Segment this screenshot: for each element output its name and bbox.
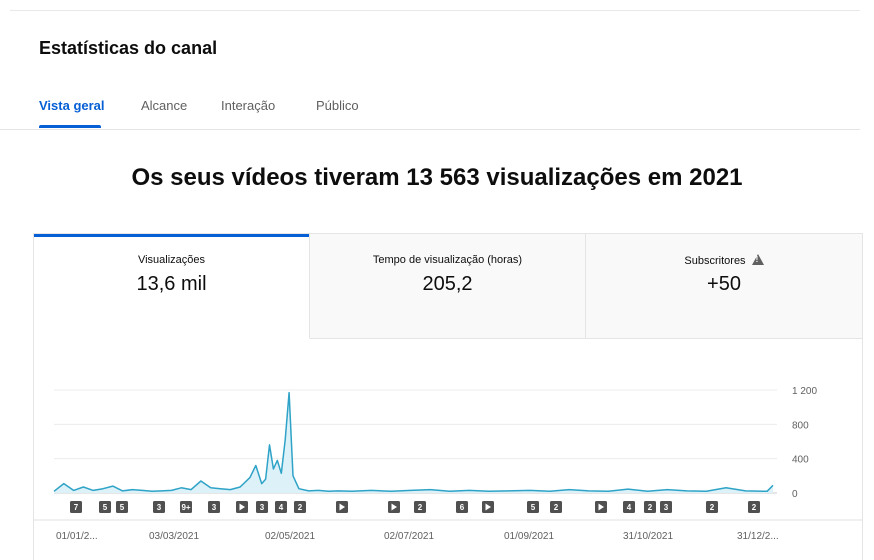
x-tick-label: 02/07/2021 bbox=[384, 531, 434, 542]
marker-count: 2 bbox=[298, 503, 303, 512]
marker-count: 9+ bbox=[181, 503, 190, 512]
marker-count: 3 bbox=[260, 503, 265, 512]
x-tick-label: 03/03/2021 bbox=[149, 531, 199, 542]
marker-count: 2 bbox=[418, 503, 423, 512]
y-tick-label: 1 200 bbox=[792, 386, 817, 397]
tab-interacao[interactable]: Interação bbox=[221, 98, 275, 113]
marker-count: 6 bbox=[460, 503, 465, 512]
marker-count: 4 bbox=[279, 503, 284, 512]
marker-count: 4 bbox=[627, 503, 632, 512]
video-marker[interactable]: 5 bbox=[99, 501, 111, 513]
tab-bar: Vista geral Alcance Interação Público bbox=[0, 88, 860, 130]
marker-count: 3 bbox=[664, 503, 669, 512]
marker-count: 2 bbox=[710, 503, 715, 512]
x-tick-label: 31/12/2... bbox=[737, 531, 779, 542]
video-marker[interactable]: 5 bbox=[527, 501, 539, 513]
video-marker[interactable]: 3 bbox=[256, 501, 268, 513]
marker-count: 2 bbox=[554, 503, 559, 512]
marker-count: 2 bbox=[648, 503, 653, 512]
video-marker[interactable]: 2 bbox=[706, 501, 718, 513]
video-marker[interactable]: 4 bbox=[275, 501, 287, 513]
active-tab-indicator bbox=[39, 125, 101, 128]
marker-count: 5 bbox=[531, 503, 536, 512]
views-line bbox=[53, 391, 774, 493]
video-marker-play-icon[interactable] bbox=[482, 501, 494, 513]
tab-vista-geral[interactable]: Vista geral bbox=[39, 98, 105, 113]
y-tick-label: 400 bbox=[792, 455, 809, 466]
video-marker[interactable]: 4 bbox=[623, 501, 635, 513]
video-marker[interactable]: 2 bbox=[748, 501, 760, 513]
tab-alcance[interactable]: Alcance bbox=[141, 98, 187, 113]
video-marker[interactable]: 6 bbox=[456, 501, 468, 513]
video-marker[interactable]: 3 bbox=[153, 501, 165, 513]
marker-count: 3 bbox=[212, 503, 217, 512]
analytics-card: Visualizações 13,6 mil Tempo de visualiz… bbox=[33, 233, 863, 560]
video-marker[interactable]: 7 bbox=[70, 501, 82, 513]
video-marker[interactable]: 3 bbox=[660, 501, 672, 513]
top-divider bbox=[10, 10, 860, 11]
y-tick-label: 0 bbox=[792, 489, 798, 500]
x-tick-label: 31/10/2021 bbox=[623, 531, 673, 542]
x-tick-label: 01/09/2021 bbox=[504, 531, 554, 542]
x-tick-label: 02/05/2021 bbox=[265, 531, 315, 542]
video-marker[interactable]: 2 bbox=[550, 501, 562, 513]
marker-count: 3 bbox=[157, 503, 162, 512]
video-marker[interactable]: 2 bbox=[644, 501, 656, 513]
marker-count: 5 bbox=[103, 503, 108, 512]
views-area bbox=[54, 392, 773, 493]
video-marker-play-icon[interactable] bbox=[595, 501, 607, 513]
video-marker[interactable]: 2 bbox=[294, 501, 306, 513]
views-chart: 0 400 800 1 200 7 5 5 3 9+ 3 3 4 2 2 6 5 2 4 2 3 2 2 01/01/2..… bbox=[34, 386, 862, 542]
marker-count: 5 bbox=[120, 503, 125, 512]
video-marker[interactable]: 2 bbox=[414, 501, 426, 513]
video-marker[interactable]: 9+ bbox=[180, 501, 192, 513]
summary-headline: Os seus vídeos tiveram 13 563 visualizaç… bbox=[131, 164, 743, 191]
x-tick-label: 01/01/2... bbox=[56, 531, 98, 542]
page-title: Estatísticas do canal bbox=[39, 38, 218, 58]
tab-publico[interactable]: Público bbox=[316, 98, 359, 113]
marker-count: 7 bbox=[74, 503, 79, 512]
marker-count: 2 bbox=[752, 503, 757, 512]
y-tick-label: 800 bbox=[792, 420, 809, 431]
video-marker[interactable]: 3 bbox=[208, 501, 220, 513]
video-marker[interactable]: 5 bbox=[116, 501, 128, 513]
video-marker-play-icon[interactable] bbox=[336, 501, 348, 513]
video-marker-play-icon[interactable] bbox=[236, 501, 248, 513]
video-marker-play-icon[interactable] bbox=[388, 501, 400, 513]
